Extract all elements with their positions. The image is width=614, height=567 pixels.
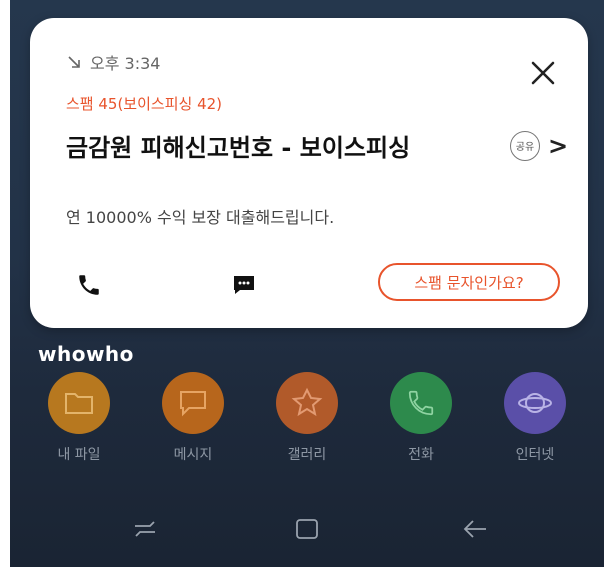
navigation-bar [10,502,604,562]
back-icon[interactable] [460,516,490,542]
sms-icon[interactable] [232,274,256,296]
notification-time: 오후 3:34 [90,54,161,73]
spam-question-label: 스팸 문자인가요? [414,273,524,292]
app-internet[interactable]: 인터넷 [490,372,580,464]
close-icon[interactable] [528,58,558,88]
app-my-files[interactable]: 내 파일 [34,372,124,464]
home-icon[interactable] [292,516,322,542]
recents-icon[interactable] [130,516,160,542]
caller-title: 금감원 피해신고번호 - 보이스피싱 [66,134,411,162]
notification-card[interactable]: 오후 3:34 스팸 45(보이스피싱 42) 금감원 피해신고번호 - 보이스… [30,18,588,328]
planet-icon [504,372,566,434]
chevron-right-icon[interactable]: > [548,134,568,158]
app-messages[interactable]: 메시지 [148,372,238,464]
app-label: 메시지 [173,447,213,463]
app-gallery[interactable]: 갤러리 [262,372,352,464]
spam-count-label: 스팸 45(보이스피싱 42) [66,95,223,113]
gallery-flower-icon [276,372,338,434]
phone-icon [390,372,452,434]
home-screen: 오후 3:34 스팸 45(보이스피싱 42) 금감원 피해신고번호 - 보이스… [10,0,604,567]
message-text: 연 10000% 수익 보장 대출해드립니다. [66,208,335,227]
spam-question-button[interactable]: 스팸 문자인가요? [378,263,560,301]
folder-icon [48,372,110,434]
missed-call-arrow-icon [68,56,80,68]
caller-title-row[interactable]: 금감원 피해신고번호 - 보이스피싱 공유 > [66,128,578,163]
app-label: 전화 [408,447,434,463]
share-label: 공유 [515,142,535,153]
notification-time-row: 오후 3:34 [66,50,160,74]
app-label: 내 파일 [57,447,101,463]
whowho-logo: whowho [38,342,134,366]
message-icon [162,372,224,434]
app-label: 인터넷 [515,447,555,463]
app-label: 갤러리 [287,447,327,463]
call-icon[interactable] [76,272,102,298]
app-phone[interactable]: 전화 [376,372,466,464]
share-badge[interactable]: 공유 [510,130,540,161]
app-dock: 내 파일 메시지 갤러리 전화 인터넷 [10,372,604,482]
